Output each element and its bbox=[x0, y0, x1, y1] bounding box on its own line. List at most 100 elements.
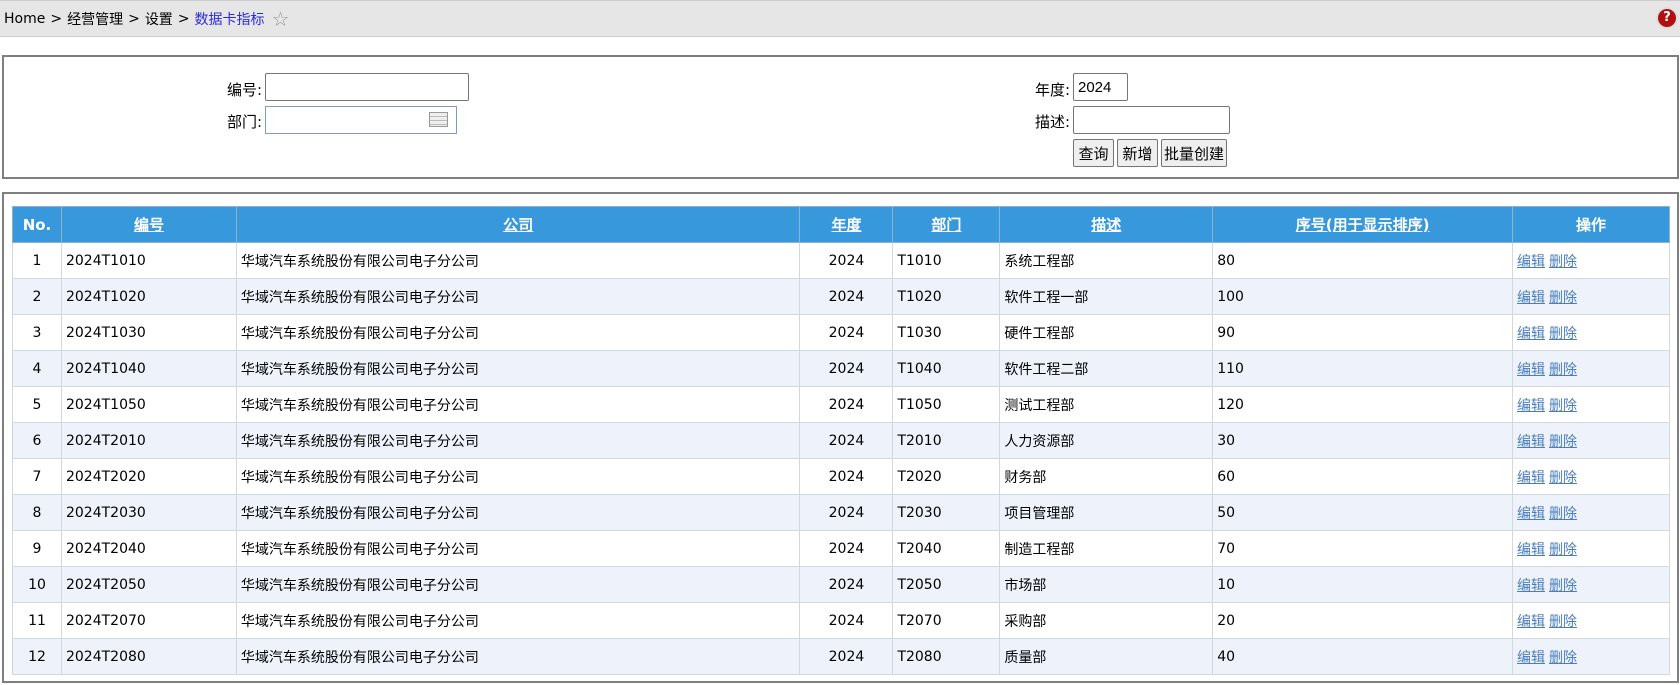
cell-desc: 人力资源部 bbox=[999, 422, 1214, 459]
delete-link[interactable]: 删除 bbox=[1549, 326, 1577, 342]
delete-link[interactable]: 删除 bbox=[1549, 650, 1577, 666]
edit-link[interactable]: 编辑 bbox=[1517, 362, 1545, 378]
column-header-no: No. bbox=[12, 206, 62, 243]
results-panel: No. 编号 公司 年度 部门 描述 序号(用于显示排序) 操作 1 2024T1010 华域汽车… bbox=[2, 192, 1679, 683]
column-header-dept[interactable]: 部门 bbox=[892, 206, 1001, 243]
code-input[interactable] bbox=[265, 73, 469, 101]
cell-dept: T2050 bbox=[892, 566, 1001, 603]
edit-link[interactable]: 编辑 bbox=[1517, 290, 1545, 306]
cell-no: 9 bbox=[12, 530, 62, 567]
cell-code: 2024T1030 bbox=[60, 314, 237, 351]
delete-link[interactable]: 删除 bbox=[1549, 578, 1577, 594]
edit-link[interactable]: 编辑 bbox=[1517, 578, 1545, 594]
cell-code: 2024T2010 bbox=[60, 422, 237, 459]
edit-link[interactable]: 编辑 bbox=[1517, 650, 1545, 666]
cell-company: 华域汽车系统股份有限公司电子分公司 bbox=[235, 422, 801, 459]
cell-no: 8 bbox=[12, 494, 62, 531]
cell-desc: 系统工程部 bbox=[999, 242, 1214, 279]
column-header-desc[interactable]: 描述 bbox=[999, 206, 1214, 243]
cell-dept: T2070 bbox=[892, 602, 1001, 639]
table-row: 12 2024T2080 华域汽车系统股份有限公司电子分公司 2024 T2080 质量部… bbox=[12, 638, 1670, 675]
breadcrumb-settings[interactable]: 设置 bbox=[145, 9, 173, 29]
cell-company: 华域汽车系统股份有限公司电子分公司 bbox=[235, 242, 801, 279]
edit-link[interactable]: 编辑 bbox=[1517, 434, 1545, 450]
cell-year: 2024 bbox=[799, 602, 894, 639]
cell-company: 华域汽车系统股份有限公司电子分公司 bbox=[235, 566, 801, 603]
cell-actions: 编辑 删除 bbox=[1512, 278, 1670, 315]
table-row: 5 2024T1050 华域汽车系统股份有限公司电子分公司 2024 T1050 测试工程… bbox=[12, 386, 1670, 423]
star-outline-icon[interactable]: ☆ bbox=[272, 7, 290, 31]
calendar-icon[interactable] bbox=[429, 112, 448, 127]
dept-picker[interactable] bbox=[265, 106, 457, 134]
column-header-order[interactable]: 序号(用于显示排序) bbox=[1212, 206, 1514, 243]
edit-link[interactable]: 编辑 bbox=[1517, 542, 1545, 558]
cell-year: 2024 bbox=[799, 314, 894, 351]
cell-actions: 编辑 删除 bbox=[1512, 530, 1670, 567]
cell-year: 2024 bbox=[799, 530, 894, 567]
cell-year: 2024 bbox=[799, 350, 894, 387]
cell-desc: 财务部 bbox=[999, 458, 1214, 495]
cell-year: 2024 bbox=[799, 242, 894, 279]
delete-link[interactable]: 删除 bbox=[1549, 290, 1577, 306]
delete-link[interactable]: 删除 bbox=[1549, 362, 1577, 378]
delete-link[interactable]: 删除 bbox=[1549, 470, 1577, 486]
cell-desc: 软件工程二部 bbox=[999, 350, 1214, 387]
cell-code: 2024T1040 bbox=[60, 350, 237, 387]
breadcrumb-separator: > bbox=[177, 10, 190, 27]
cell-year: 2024 bbox=[799, 278, 894, 315]
cell-order: 50 bbox=[1212, 494, 1514, 531]
help-icon[interactable]: ? bbox=[1658, 9, 1676, 27]
delete-link[interactable]: 删除 bbox=[1549, 542, 1577, 558]
cell-dept: T2020 bbox=[892, 458, 1001, 495]
table-row: 1 2024T1010 华域汽车系统股份有限公司电子分公司 2024 T1010 系统工程… bbox=[12, 242, 1670, 279]
table-row: 2 2024T1020 华域汽车系统股份有限公司电子分公司 2024 T1020 软件工程… bbox=[12, 278, 1670, 315]
cell-company: 华域汽车系统股份有限公司电子分公司 bbox=[235, 350, 801, 387]
cell-actions: 编辑 删除 bbox=[1512, 350, 1670, 387]
cell-dept: T1050 bbox=[892, 386, 1001, 423]
cell-actions: 编辑 删除 bbox=[1512, 242, 1670, 279]
breadcrumb-home[interactable]: Home bbox=[4, 11, 45, 27]
desc-input[interactable] bbox=[1073, 106, 1230, 134]
edit-link[interactable]: 编辑 bbox=[1517, 506, 1545, 522]
table-row: 11 2024T2070 华域汽车系统股份有限公司电子分公司 2024 T2070 采购部… bbox=[12, 602, 1670, 639]
cell-code: 2024T1050 bbox=[60, 386, 237, 423]
cell-desc: 质量部 bbox=[999, 638, 1214, 675]
add-button[interactable]: 新增 bbox=[1117, 139, 1158, 167]
delete-link[interactable]: 删除 bbox=[1549, 398, 1577, 414]
cell-dept: T2080 bbox=[892, 638, 1001, 675]
cell-no: 10 bbox=[12, 566, 62, 603]
cell-code: 2024T2050 bbox=[60, 566, 237, 603]
cell-dept: T2040 bbox=[892, 530, 1001, 567]
cell-order: 20 bbox=[1212, 602, 1514, 639]
column-header-code[interactable]: 编号 bbox=[60, 206, 237, 243]
cell-company: 华域汽车系统股份有限公司电子分公司 bbox=[235, 602, 801, 639]
cell-year: 2024 bbox=[799, 422, 894, 459]
cell-actions: 编辑 删除 bbox=[1512, 458, 1670, 495]
results-table: No. 编号 公司 年度 部门 描述 序号(用于显示排序) 操作 1 2024T1010 华域汽车… bbox=[12, 206, 1670, 675]
delete-link[interactable]: 删除 bbox=[1549, 506, 1577, 522]
edit-link[interactable]: 编辑 bbox=[1517, 254, 1545, 270]
edit-link[interactable]: 编辑 bbox=[1517, 326, 1545, 342]
delete-link[interactable]: 删除 bbox=[1549, 614, 1577, 630]
breadcrumb-management[interactable]: 经营管理 bbox=[67, 9, 123, 29]
cell-company: 华域汽车系统股份有限公司电子分公司 bbox=[235, 638, 801, 675]
batch-create-button[interactable]: 批量创建 bbox=[1161, 139, 1227, 167]
delete-link[interactable]: 删除 bbox=[1549, 434, 1577, 450]
query-button[interactable]: 查询 bbox=[1073, 139, 1114, 167]
cell-order: 80 bbox=[1212, 242, 1514, 279]
cell-year: 2024 bbox=[799, 494, 894, 531]
edit-link[interactable]: 编辑 bbox=[1517, 614, 1545, 630]
column-header-company[interactable]: 公司 bbox=[235, 206, 801, 243]
cell-no: 7 bbox=[12, 458, 62, 495]
cell-year: 2024 bbox=[799, 566, 894, 603]
delete-link[interactable]: 删除 bbox=[1549, 254, 1577, 270]
column-header-year[interactable]: 年度 bbox=[799, 206, 894, 243]
cell-no: 1 bbox=[12, 242, 62, 279]
edit-link[interactable]: 编辑 bbox=[1517, 398, 1545, 414]
cell-code: 2024T2070 bbox=[60, 602, 237, 639]
year-input[interactable] bbox=[1073, 73, 1128, 101]
edit-link[interactable]: 编辑 bbox=[1517, 470, 1545, 486]
table-row: 9 2024T2040 华域汽车系统股份有限公司电子分公司 2024 T2040 制造工程… bbox=[12, 530, 1670, 567]
table-row: 8 2024T2030 华域汽车系统股份有限公司电子分公司 2024 T2030 项目管理… bbox=[12, 494, 1670, 531]
breadcrumb-separator: > bbox=[128, 10, 140, 27]
